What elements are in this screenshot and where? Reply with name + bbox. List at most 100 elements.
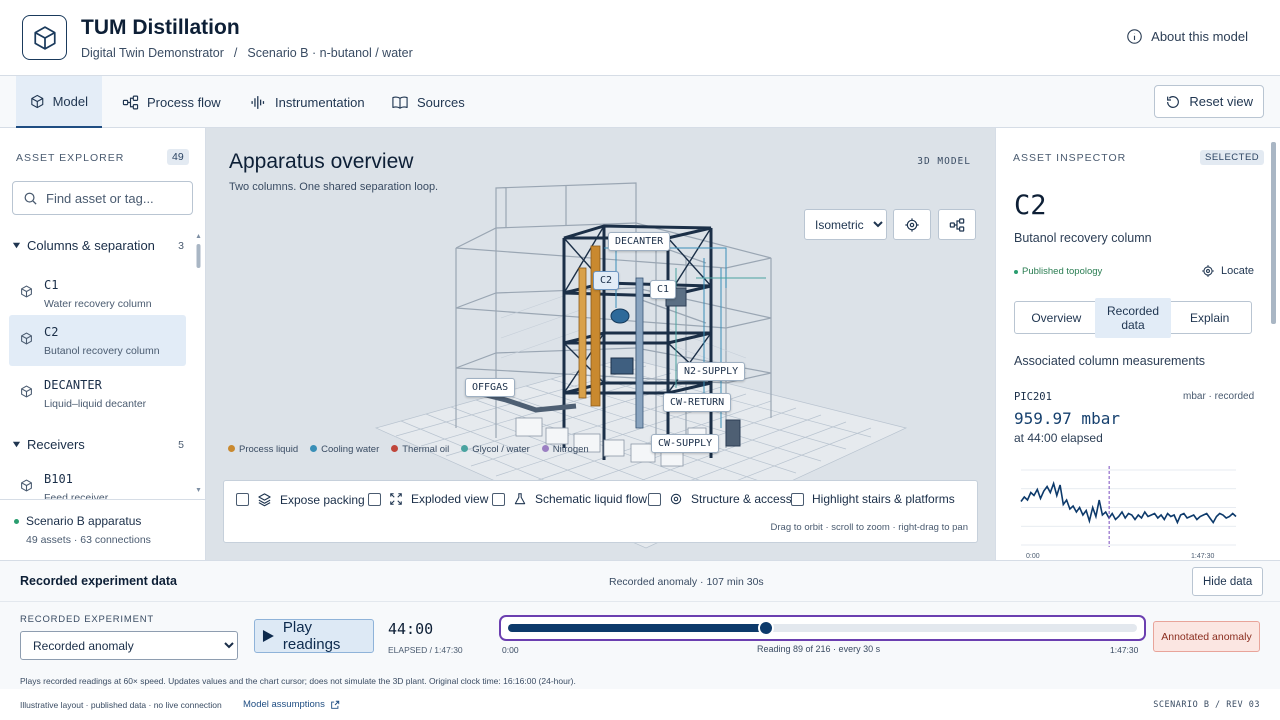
- group-count: 3: [178, 239, 184, 252]
- inspector-scrollbar[interactable]: [1271, 142, 1276, 324]
- cube-icon: [31, 94, 44, 108]
- elapsed-total: ELAPSED / 1:47:30: [388, 645, 463, 655]
- checkbox[interactable]: [791, 492, 804, 506]
- apparatus-name: Scenario B apparatus: [26, 514, 142, 528]
- checkbox[interactable]: [236, 493, 249, 506]
- measurement-tag: PIC201: [1014, 391, 1052, 403]
- annotated-anomaly-badge[interactable]: Annotated anomaly: [1153, 621, 1260, 652]
- asset-tag: B101: [44, 472, 73, 486]
- target-icon: [905, 217, 919, 232]
- play-readings-button[interactable]: Play readings: [254, 619, 374, 653]
- label-c2[interactable]: C2: [593, 271, 620, 290]
- checkbox[interactable]: [368, 492, 381, 506]
- search-input[interactable]: [46, 190, 176, 206]
- expand-icon: [390, 493, 402, 505]
- label-cw-return[interactable]: CW-RETURN: [663, 393, 732, 412]
- locate-button[interactable]: Locate: [1201, 264, 1254, 278]
- tab-label: Process flow: [147, 94, 221, 110]
- link-label: Model assumptions: [243, 699, 325, 710]
- explorer-scrollbar[interactable]: [196, 232, 201, 494]
- view-mode-select[interactable]: Isometric: [804, 209, 887, 240]
- option-label: Expose packing: [280, 492, 365, 507]
- label-c1[interactable]: C1: [650, 280, 677, 299]
- group-count: 5: [178, 438, 184, 451]
- pipe-legend: Process liquid Cooling water Thermal oil…: [228, 444, 589, 455]
- layers-icon: [258, 493, 271, 507]
- navigation-hint: Drag to orbit · scroll to zoom · right-d…: [770, 522, 968, 533]
- timeline-reading: Reading 89 of 216 · every 30 s: [757, 644, 881, 654]
- search-box[interactable]: [12, 181, 193, 215]
- viewport-3d[interactable]: Apparatus overview Two columns. One shar…: [206, 128, 995, 560]
- published-status: Published topology: [1014, 266, 1102, 277]
- group-receivers[interactable]: Receivers 5: [12, 437, 184, 452]
- reset-view-button[interactable]: Reset view: [1154, 85, 1264, 118]
- asset-explorer-panel: ASSET EXPLORER 49 Columns & separation 3…: [0, 128, 206, 560]
- option-label: Highlight stairs & platforms: [812, 492, 955, 506]
- legend-label: Process liquid: [239, 444, 299, 455]
- group-columns-separation[interactable]: Columns & separation 3: [12, 238, 184, 253]
- checkbox[interactable]: [648, 492, 661, 506]
- tab-model[interactable]: Model: [16, 76, 102, 128]
- target-icon: [1202, 265, 1214, 277]
- label-cw-supply[interactable]: CW-SUPPLY: [651, 434, 720, 453]
- legend-swatch: [310, 445, 318, 452]
- experiment-select[interactable]: Recorded anomaly: [20, 631, 238, 660]
- legend-swatch: [541, 445, 549, 452]
- measurement-value: 959.97 mbar: [1014, 409, 1120, 428]
- hide-data-button[interactable]: Hide data: [1192, 567, 1264, 596]
- model-assumptions-link[interactable]: Model assumptions: [243, 699, 340, 710]
- inspector-tag: C2: [1014, 190, 1047, 221]
- breadcrumb: Digital Twin Demonstrator / Scenario B ·…: [81, 46, 413, 60]
- tab-label: Sources: [417, 94, 465, 110]
- flow-view-button[interactable]: [938, 209, 976, 240]
- focus-button[interactable]: [893, 209, 931, 240]
- series-line: [1020, 480, 1237, 525]
- tab-process-flow[interactable]: Process flow: [108, 76, 235, 128]
- timeline-slider[interactable]: [499, 615, 1146, 641]
- asset-tag: C1: [44, 278, 59, 292]
- about-link[interactable]: About this model: [1126, 28, 1248, 45]
- playback-title: Recorded experiment data: [20, 574, 177, 588]
- tab-label: Instrumentation: [275, 94, 365, 110]
- label-decanter[interactable]: DECANTER: [608, 232, 671, 251]
- option-label: Structure & access: [691, 492, 792, 506]
- chart-grid: [1021, 469, 1236, 546]
- timeline-track[interactable]: [508, 620, 1137, 636]
- tab-label: Model: [52, 93, 88, 109]
- breadcrumb-project[interactable]: Digital Twin Demonstrator: [81, 46, 224, 60]
- segment-overview[interactable]: Overview: [1018, 305, 1095, 331]
- segment-explain[interactable]: Explain: [1171, 305, 1248, 331]
- explorer-count-badge: 49: [167, 149, 189, 165]
- play-icon: [262, 630, 274, 642]
- info-icon: [1127, 29, 1142, 44]
- x-tick-label: 1:47:30: [1191, 553, 1214, 560]
- timeline-progress: [508, 624, 766, 632]
- app-footer: Illustrative layout · published data · n…: [0, 689, 1280, 720]
- cube-icon: [21, 479, 32, 492]
- checkbox[interactable]: [492, 492, 505, 506]
- option-schematic-liquid-flow[interactable]: Schematic liquid flow: [492, 492, 647, 506]
- timeline-thumb[interactable]: [757, 620, 774, 636]
- segment-recorded-data[interactable]: Recorded data: [1094, 297, 1172, 338]
- option-highlight-stairs[interactable]: Highlight stairs & platforms: [791, 492, 955, 506]
- caret-down-icon: [12, 441, 21, 448]
- app-header: TUM Distillation Digital Twin Demonstrat…: [0, 0, 1280, 76]
- legend-item: Nitrogen: [541, 444, 589, 455]
- measurements-title: Associated column measurements: [1014, 354, 1206, 368]
- tab-sources[interactable]: Sources: [377, 76, 479, 128]
- asset-item-c1[interactable]: C1 Water recovery column: [9, 268, 186, 319]
- timeline-start: 0:00: [502, 645, 519, 655]
- asset-item-c2[interactable]: C2 Butanol recovery column: [9, 315, 186, 366]
- legend-label: Cooling water: [321, 444, 380, 455]
- tab-instrumentation[interactable]: Instrumentation: [236, 76, 379, 128]
- divider: [0, 601, 1280, 602]
- option-exploded-view[interactable]: Exploded view: [368, 492, 488, 506]
- label-offgas[interactable]: OFFGAS: [465, 378, 516, 397]
- label-n2-supply[interactable]: N2-SUPPLY: [677, 362, 746, 381]
- asset-item-decanter[interactable]: DECANTER Liquid–liquid decanter: [9, 368, 186, 419]
- option-expose-packing[interactable]: Expose packing: [236, 492, 365, 507]
- measurement-chart[interactable]: 0:00 1:47:30: [1016, 466, 1241, 560]
- option-structure-access[interactable]: Structure & access: [648, 492, 792, 506]
- book-icon: [392, 96, 408, 109]
- waveform-icon: [251, 95, 265, 109]
